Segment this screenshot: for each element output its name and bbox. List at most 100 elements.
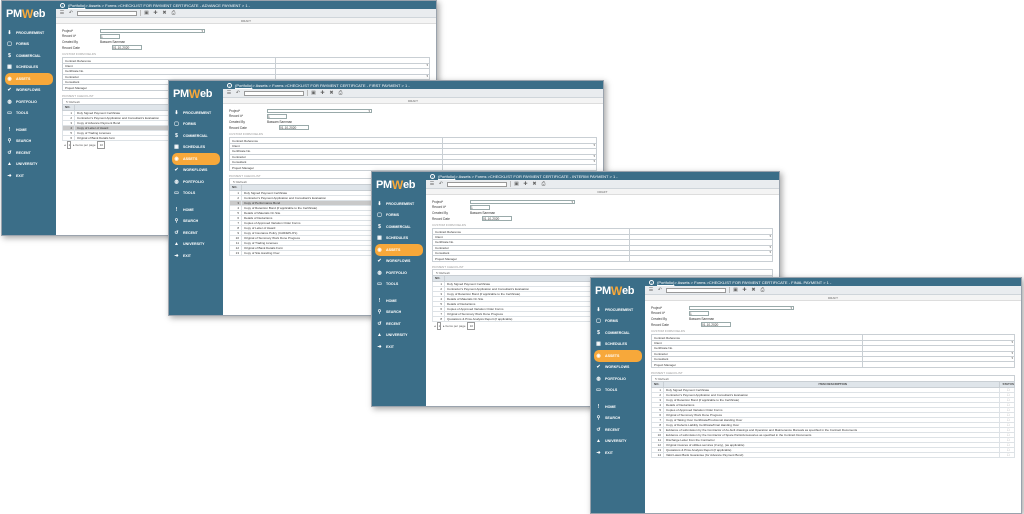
page-size-select[interactable]: 10 [467,321,476,330]
sidebar-item-recent[interactable]: ↺ RECENT [2,147,56,159]
sidebar-item-recent[interactable]: ↺ RECENT [591,424,645,436]
save-icon[interactable]: ▣ [514,181,520,187]
sidebar-item-home[interactable]: ! HOME [591,401,645,413]
record-number-field[interactable]: 1 [470,205,490,210]
breadcrumb-portfolio-link[interactable]: (Portfolio) [68,3,85,8]
sidebar-item-schedules[interactable]: ▦ SCHEDULES [169,142,223,154]
sidebar-item-procurement[interactable]: ⬇ PROCUREMENT [169,107,223,119]
custom-field-input[interactable] [441,142,598,150]
delete-icon[interactable]: ✖ [532,181,538,187]
sidebar-item-forms[interactable]: ▢ FORMS [2,39,56,51]
info-icon[interactable]: i [60,2,65,8]
sidebar-item-home[interactable]: ! HOME [2,124,56,136]
sidebar-item-search[interactable]: ⚲ SEARCH [372,307,426,319]
sidebar-item-exit[interactable]: ➜ EXIT [2,170,56,182]
info-icon[interactable]: i [430,173,435,179]
record-selector[interactable] [666,287,726,293]
custom-field-input[interactable] [274,62,431,70]
sidebar-item-portfolio[interactable]: ◍ PORTFOLIO [372,267,426,279]
undo-icon[interactable]: ↶ [235,90,241,96]
sidebar-item-exit[interactable]: ➜ EXIT [372,341,426,353]
sidebar-item-portfolio[interactable]: ◍ PORTFOLIO [2,96,56,108]
sidebar-item-exit[interactable]: ➜ EXIT [591,447,645,459]
sidebar-item-exit[interactable]: ➜ EXIT [169,250,223,262]
sidebar-item-commercial[interactable]: $ COMMERCIAL [591,327,645,339]
sidebar-item-assets[interactable]: ◉ ASSETS [172,153,220,165]
table-row[interactable]: 14 Valid Latest Bank Guarantee (for Advan… [651,451,1015,458]
sidebar-item-schedules[interactable]: ▦ SCHEDULES [372,233,426,245]
undo-icon[interactable]: ↶ [438,181,444,187]
sidebar-item-portfolio[interactable]: ◍ PORTFOLIO [169,176,223,188]
sidebar-item-assets[interactable]: ◉ ASSETS [5,73,53,85]
sidebar-item-recent[interactable]: ↺ RECENT [169,227,223,239]
sidebar-item-university[interactable]: ▲ UNIVERSITY [372,330,426,342]
sidebar-item-forms[interactable]: ▢ FORMS [591,316,645,328]
page-number[interactable]: 1 [437,321,442,330]
record-number-field[interactable]: 1 [689,311,709,316]
page-size-select[interactable]: 10 [97,140,106,149]
list-icon[interactable]: ☰ [59,10,65,16]
delete-icon[interactable]: ✖ [751,287,757,293]
custom-field-input[interactable] [861,361,1016,368]
sidebar-item-commercial[interactable]: $ COMMERCIAL [2,50,56,62]
sidebar-item-forms[interactable]: ▢ FORMS [169,119,223,131]
record-number-field[interactable]: 1 [267,114,287,119]
sidebar-item-assets[interactable]: ◉ ASSETS [375,244,423,256]
sidebar-item-tools[interactable]: ▭ TOOLS [2,108,56,120]
sidebar-item-procurement[interactable]: ⬇ PROCUREMENT [591,304,645,316]
sidebar-item-university[interactable]: ▲ UNIVERSITY [2,159,56,171]
project-select[interactable] [470,199,575,204]
record-date-field[interactable]: 01-10-2020 [279,125,309,130]
project-select[interactable] [100,28,205,33]
sidebar-item-workflows[interactable]: ✔ WORKFLOWS [372,256,426,268]
sidebar-item-workflows[interactable]: ✔ WORKFLOWS [591,362,645,374]
sidebar-item-schedules[interactable]: ▦ SCHEDULES [591,339,645,351]
sidebar-item-workflows[interactable]: ✔ WORKFLOWS [169,165,223,177]
page-number[interactable]: 1 [67,140,72,149]
add-icon[interactable]: ✚ [153,10,159,16]
sidebar-item-commercial[interactable]: $ COMMERCIAL [372,221,426,233]
print-icon[interactable]: ⎙ [760,287,766,293]
record-number-field[interactable]: 1 [100,34,120,39]
custom-field-input[interactable] [861,339,1016,347]
save-icon[interactable]: ▣ [733,287,739,293]
save-icon[interactable]: ▣ [144,10,150,16]
sidebar-item-commercial[interactable]: $ COMMERCIAL [169,130,223,142]
sidebar-item-procurement[interactable]: ⬇ PROCUREMENT [2,27,56,39]
status-checkbox[interactable]: ☐ [999,451,1015,458]
sidebar-item-portfolio[interactable]: ◍ PORTFOLIO [591,373,645,385]
sidebar-item-search[interactable]: ⚲ SEARCH [2,136,56,148]
breadcrumb-portfolio-link[interactable]: (Portfolio) [438,174,455,179]
sidebar-item-procurement[interactable]: ⬇ PROCUREMENT [372,198,426,210]
sidebar-item-forms[interactable]: ▢ FORMS [372,210,426,222]
sidebar-item-workflows[interactable]: ✔ WORKFLOWS [2,85,56,97]
add-icon[interactable]: ✚ [320,90,326,96]
sidebar-item-search[interactable]: ⚲ SEARCH [591,413,645,425]
record-selector[interactable] [244,90,304,96]
sidebar-item-search[interactable]: ⚲ SEARCH [169,216,223,228]
project-select[interactable] [267,108,372,113]
custom-field-input[interactable] [441,158,598,166]
custom-field-input[interactable] [629,255,773,262]
sidebar-item-tools[interactable]: ▭ TOOLS [372,279,426,291]
custom-field-input[interactable] [861,355,1016,363]
list-icon[interactable]: ☰ [226,90,232,96]
sidebar-item-tools[interactable]: ▭ TOOLS [591,385,645,397]
undo-icon[interactable]: ↶ [657,287,663,293]
custom-field-input[interactable] [441,164,598,171]
print-icon[interactable]: ⎙ [338,90,344,96]
breadcrumb-portfolio-link[interactable]: (Portfolio) [235,83,252,88]
delete-icon[interactable]: ✖ [329,90,335,96]
sidebar-item-assets[interactable]: ◉ ASSETS [594,350,642,362]
sidebar-item-university[interactable]: ▲ UNIVERSITY [591,436,645,448]
breadcrumb-portfolio-link[interactable]: (Portfolio) [657,280,674,285]
undo-icon[interactable]: ↶ [68,10,74,16]
delete-icon[interactable]: ✖ [162,10,168,16]
print-icon[interactable]: ⎙ [171,10,177,16]
record-date-field[interactable]: 01-10-2020 [701,322,731,327]
record-date-field[interactable]: 01-10-2020 [482,216,512,221]
print-icon[interactable]: ⎙ [541,181,547,187]
sidebar-item-tools[interactable]: ▭ TOOLS [169,188,223,200]
add-icon[interactable]: ✚ [742,287,748,293]
list-icon[interactable]: ☰ [429,181,435,187]
